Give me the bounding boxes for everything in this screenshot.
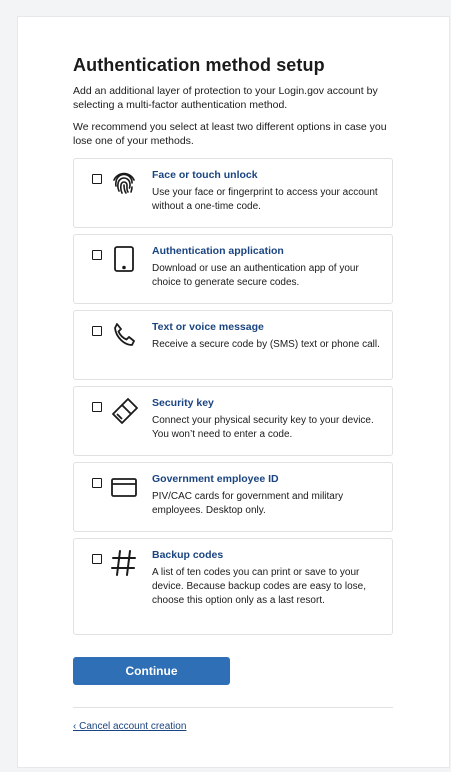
gov-id-checkbox[interactable] [92,478,102,488]
option-face-touch-unlock[interactable]: Face or touch unlock Use your face or fi… [73,158,393,228]
option-title: Government employee ID [152,473,279,485]
option-authentication-application[interactable]: Authentication application Download or u… [73,234,393,304]
tablet-icon [108,243,140,275]
id-card-icon [108,471,140,503]
divider [73,707,393,708]
hashtag-icon [108,547,140,579]
option-description: Download or use an authentication app of… [152,263,359,288]
option-title: Security key [152,397,214,409]
intro-text: Add an additional layer of protection to… [73,85,378,111]
option-text-voice-message[interactable]: Text or voice message Receive a secure c… [73,310,393,380]
security-key-icon [108,395,140,427]
option-description: Use your face or fingerprint to access y… [152,187,378,212]
option-description: Connect your physical security key to yo… [152,415,374,440]
face-touch-checkbox[interactable] [92,174,102,184]
mfa-options-list: Face or touch unlock Use your face or fi… [73,158,393,635]
continue-button[interactable]: Continue [73,657,230,685]
option-backup-codes[interactable]: Backup codes A list of ten codes you can… [73,538,393,635]
option-title: Face or touch unlock [152,169,258,181]
page-card: Authentication method setup Add an addit… [18,17,449,767]
option-security-key[interactable]: Security key Connect your physical secur… [73,386,393,456]
text-voice-checkbox[interactable] [92,326,102,336]
main-content: Authentication method setup Add an addit… [73,55,393,734]
page-title: Authentication method setup [73,55,325,75]
cancel-account-creation-link[interactable]: ‹ Cancel account creation [73,721,186,732]
option-title: Backup codes [152,549,224,561]
phone-icon [108,319,140,351]
option-description: PIV/CAC cards for government and militar… [152,491,344,516]
option-government-employee-id[interactable]: Government employee ID PIV/CAC cards for… [73,462,393,532]
option-description: A list of ten codes you can print or sav… [152,567,367,606]
option-title: Text or voice message [152,321,264,333]
backup-codes-checkbox[interactable] [92,554,102,564]
fingerprint-icon [108,167,140,199]
auth-app-checkbox[interactable] [92,250,102,260]
option-title: Authentication application [152,245,284,257]
option-description: Receive a secure code by (SMS) text or p… [152,339,380,350]
recommendation-text: We recommend you select at least two dif… [73,121,387,147]
security-key-checkbox[interactable] [92,402,102,412]
